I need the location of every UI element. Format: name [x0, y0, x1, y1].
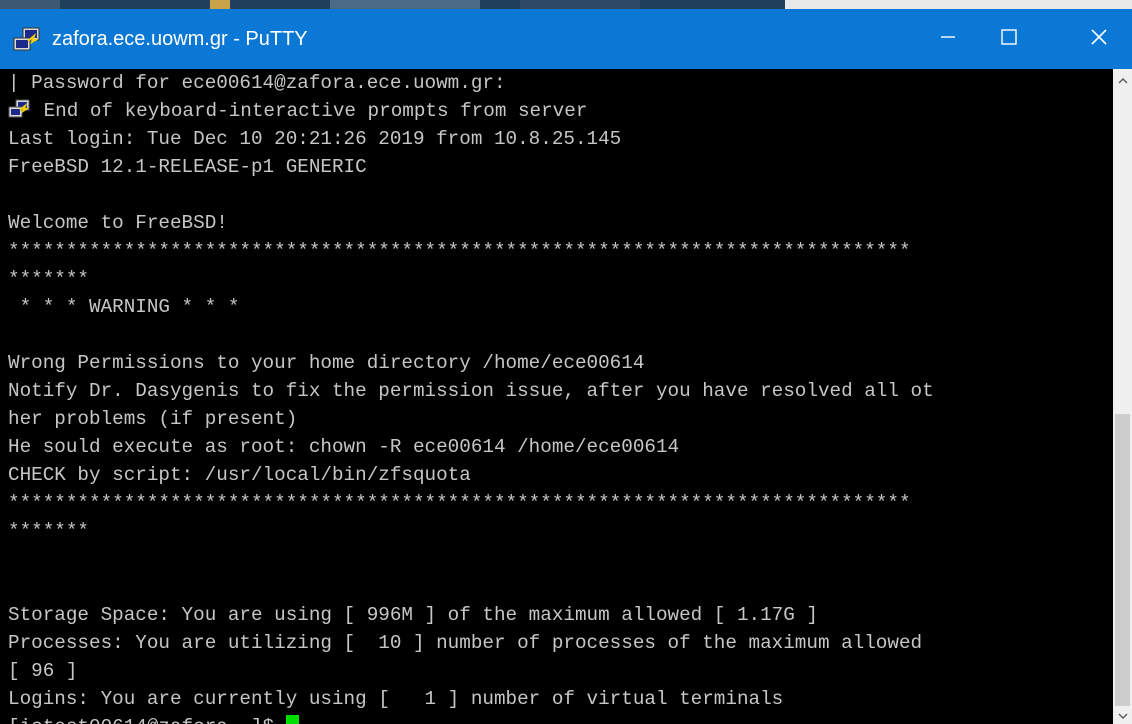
terminal-line: Last login: Tue Dec 10 20:21:26 2019 fro… — [8, 128, 622, 150]
terminal-line: ****************************************… — [8, 492, 911, 514]
close-icon — [1091, 28, 1107, 50]
putty-window: zafora.ece.uowm.gr - PuTTY | Password fo… — [0, 9, 1132, 724]
terminal-line: Storage Space: You are using [ 996M ] of… — [8, 604, 818, 626]
terminal-line: ******* — [8, 268, 89, 290]
terminal-cursor — [285, 715, 299, 724]
shell-prompt: [ictest00614@zafora ~]$ — [8, 716, 286, 724]
terminal-line: | Password for ece00614@zafora.ece.uowm.… — [8, 72, 506, 94]
terminal-prompt-line[interactable]: [ictest00614@zafora ~]$ — [8, 713, 299, 724]
terminal-line: Welcome to FreeBSD! — [8, 212, 228, 234]
minimize-icon — [941, 30, 955, 49]
putty-icon — [8, 99, 32, 119]
scroll-down-arrow-icon — [1117, 706, 1128, 724]
terminal-line: FreeBSD 12.1-RELEASE-p1 GENERIC — [8, 156, 367, 178]
terminal-line: Notify Dr. Dasygenis to fix the permissi… — [8, 380, 934, 402]
title-bar[interactable]: zafora.ece.uowm.gr - PuTTY — [0, 9, 1132, 69]
window-title: zafora.ece.uowm.gr - PuTTY — [52, 28, 308, 50]
scroll-up-arrow-icon — [1117, 71, 1128, 89]
close-button[interactable] — [1070, 9, 1128, 69]
minimize-button[interactable] — [919, 9, 977, 69]
maximize-button[interactable] — [980, 9, 1038, 69]
terminal-line: ******* — [8, 520, 89, 542]
putty-icon[interactable] — [12, 27, 42, 53]
terminal-line: [ 96 ] — [8, 660, 78, 682]
vertical-scrollbar[interactable] — [1113, 69, 1132, 724]
terminal-line: her problems (if present) — [8, 408, 298, 430]
terminal-line: Processes: You are utilizing [ 10 ] numb… — [8, 632, 923, 654]
maximize-icon — [1001, 28, 1017, 50]
scroll-thumb[interactable] — [1115, 414, 1130, 706]
terminal-line: End of keyboard-interactive prompts from… — [8, 97, 587, 125]
taskbar-strip — [0, 0, 1132, 9]
scroll-down-button[interactable] — [1113, 706, 1132, 724]
terminal-line-text: End of keyboard-interactive prompts from… — [32, 100, 588, 122]
scroll-up-button[interactable] — [1113, 71, 1132, 89]
terminal-line: ****************************************… — [8, 240, 911, 262]
terminal-line: * * * WARNING * * * — [8, 296, 240, 318]
terminal-line: Logins: You are currently using [ 1 ] nu… — [8, 688, 784, 710]
terminal-line: He sould execute as root: chown -R ece00… — [8, 436, 680, 458]
terminal-output[interactable]: | Password for ece00614@zafora.ece.uowm.… — [0, 69, 1113, 724]
terminal-line: CHECK by script: /usr/local/bin/zfsquota — [8, 464, 471, 486]
terminal-line: Wrong Permissions to your home directory… — [8, 352, 645, 374]
